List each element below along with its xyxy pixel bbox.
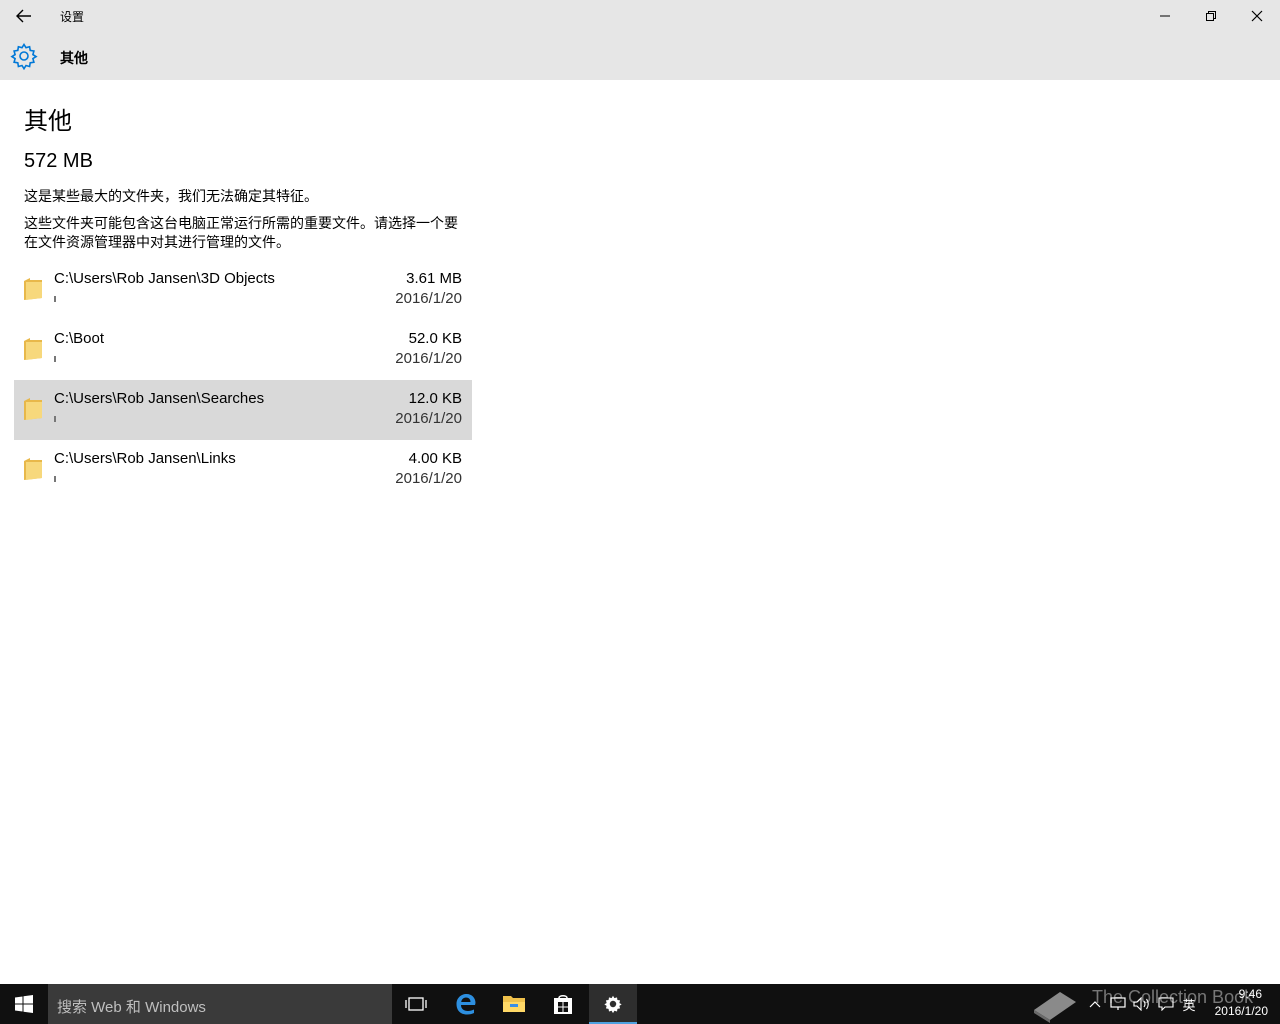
folder-path: C:\Users\Rob Jansen\Links: [54, 450, 236, 467]
task-view-button[interactable]: [392, 984, 440, 1024]
folder-path: C:\Users\Rob Jansen\3D Objects: [54, 270, 275, 287]
folder-path: C:\Users\Rob Jansen\Searches: [54, 390, 265, 407]
start-button[interactable]: [0, 984, 48, 1024]
folder-size: 12.0 KB: [408, 390, 462, 407]
store-button[interactable]: [539, 984, 587, 1024]
folder-icon: [24, 458, 42, 480]
gear-icon: [10, 42, 38, 70]
minimize-icon: [1160, 15, 1170, 17]
usage-bar: [54, 476, 56, 482]
clock-date[interactable]: 2016/1/20: [1215, 1004, 1268, 1018]
file-explorer-icon: [503, 996, 525, 1012]
folder-row[interactable]: C:\Users\Rob Jansen\Links 4.00 KB 2016/1…: [14, 440, 472, 500]
minimize-button[interactable]: [1142, 0, 1188, 32]
chevron-up-icon: [1089, 1001, 1101, 1008]
network-icon: [1110, 997, 1126, 1010]
header-title: 其他: [60, 50, 88, 66]
close-icon: [1251, 10, 1263, 22]
restore-button[interactable]: [1188, 0, 1234, 32]
windows-logo-icon: [15, 995, 33, 1013]
folder-size: 3.61 MB: [406, 270, 462, 287]
message-icon: [1158, 997, 1174, 1011]
close-button[interactable]: [1234, 0, 1280, 32]
file-explorer-button[interactable]: [490, 984, 538, 1024]
description-primary: 这是某些最大的文件夹，我们无法确定其特征。: [24, 188, 318, 204]
restore-icon: [1206, 11, 1216, 21]
back-arrow-icon: [16, 9, 31, 23]
window-title: 设置: [60, 10, 85, 24]
taskbar: 搜索 Web 和 Windows The Collection Book 英 9…: [0, 984, 1280, 1024]
store-icon: [554, 995, 572, 1014]
volume-button[interactable]: [1130, 984, 1154, 1024]
total-size: 572 MB: [24, 150, 93, 172]
search-box[interactable]: 搜索 Web 和 Windows: [48, 984, 392, 1024]
folder-size: 52.0 KB: [408, 330, 462, 347]
action-center-button[interactable]: [1154, 984, 1178, 1024]
folder-icon: [24, 398, 42, 420]
volume-icon: [1133, 997, 1149, 1011]
title-bar: 设置: [0, 0, 1280, 32]
network-button[interactable]: [1106, 984, 1130, 1024]
folder-row-selected[interactable]: C:\Users\Rob Jansen\Searches 12.0 KB 201…: [14, 380, 472, 440]
folder-date: 2016/1/20: [395, 290, 462, 307]
settings-button[interactable]: [589, 984, 637, 1024]
usage-bar: [54, 356, 56, 362]
folder-date: 2016/1/20: [395, 470, 462, 487]
folder-date: 2016/1/20: [395, 410, 462, 427]
task-view-icon: [405, 997, 427, 1011]
folder-date: 2016/1/20: [395, 350, 462, 367]
folder-icon: [24, 338, 42, 360]
ime-indicator[interactable]: 英: [1178, 984, 1200, 1024]
folder-path: C:\Boot: [54, 330, 105, 347]
edge-button[interactable]: [442, 984, 490, 1024]
folder-list: C:\Users\Rob Jansen\3D Objects 3.61 MB 2…: [14, 260, 472, 500]
page-header: 其他: [0, 32, 1280, 80]
folder-row[interactable]: C:\Boot 52.0 KB 2016/1/20: [14, 320, 472, 380]
settings-icon: [604, 995, 622, 1014]
description-secondary: 这些文件夹可能包含这台电脑正常运行所需的重要文件。请选择一个要在文件资源管理器中…: [24, 215, 458, 250]
folder-row[interactable]: C:\Users\Rob Jansen\3D Objects 3.61 MB 2…: [14, 260, 472, 320]
tray-overflow-button[interactable]: [1086, 984, 1104, 1024]
back-button[interactable]: [0, 0, 48, 32]
search-placeholder: 搜索 Web 和 Windows: [57, 999, 206, 1016]
book-watermark-icon: [1034, 992, 1076, 1023]
page-title: 其他: [24, 108, 72, 135]
edge-icon: [456, 994, 476, 1015]
usage-bar: [54, 416, 56, 422]
usage-bar: [54, 296, 56, 302]
clock-time[interactable]: 9:46: [1239, 987, 1262, 1001]
folder-icon: [24, 278, 42, 300]
folder-size: 4.00 KB: [408, 450, 462, 467]
